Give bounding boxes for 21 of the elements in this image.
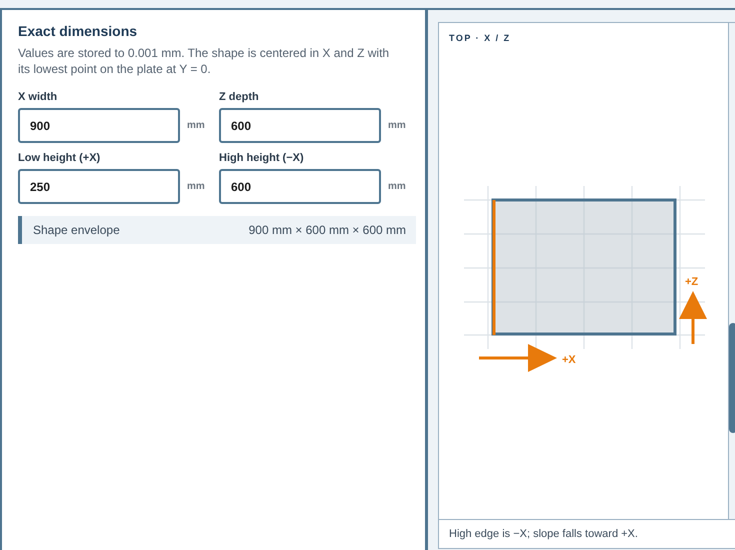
field-label: X width [18,91,58,103]
view-title: TOP · X / Z [449,33,511,43]
field-label: High height (−X) [219,152,305,164]
field-label: Low height (+X) [18,152,102,164]
unit-label: mm [388,181,406,192]
unit-label: mm [388,120,406,131]
unit-label: mm [187,181,205,192]
input-field[interactable]: 250 [18,169,180,204]
view-caption: High edge is −X; slope falls toward +X. [448,527,639,542]
envelope-label: Shape envelope [33,223,120,237]
input-field[interactable]: 600 [219,169,381,204]
unit-label: mm [187,120,205,131]
z-axis-label: +Z [685,276,698,288]
input-field[interactable]: 600 [219,108,381,143]
section-description: Values are stored to 0.001 mm. The shape is centered in X and Z with its lowest point on the plate at Y = 0. [18,45,390,77]
z-axis-arrow [679,291,707,344]
x-axis-label: +X [562,354,576,366]
field-label: Z depth [219,91,260,103]
input-field[interactable]: 900 [18,108,180,143]
envelope-value: 900 mm × 600 mm × 600 mm [248,223,406,237]
section-title: Exact dimensions [18,23,138,39]
